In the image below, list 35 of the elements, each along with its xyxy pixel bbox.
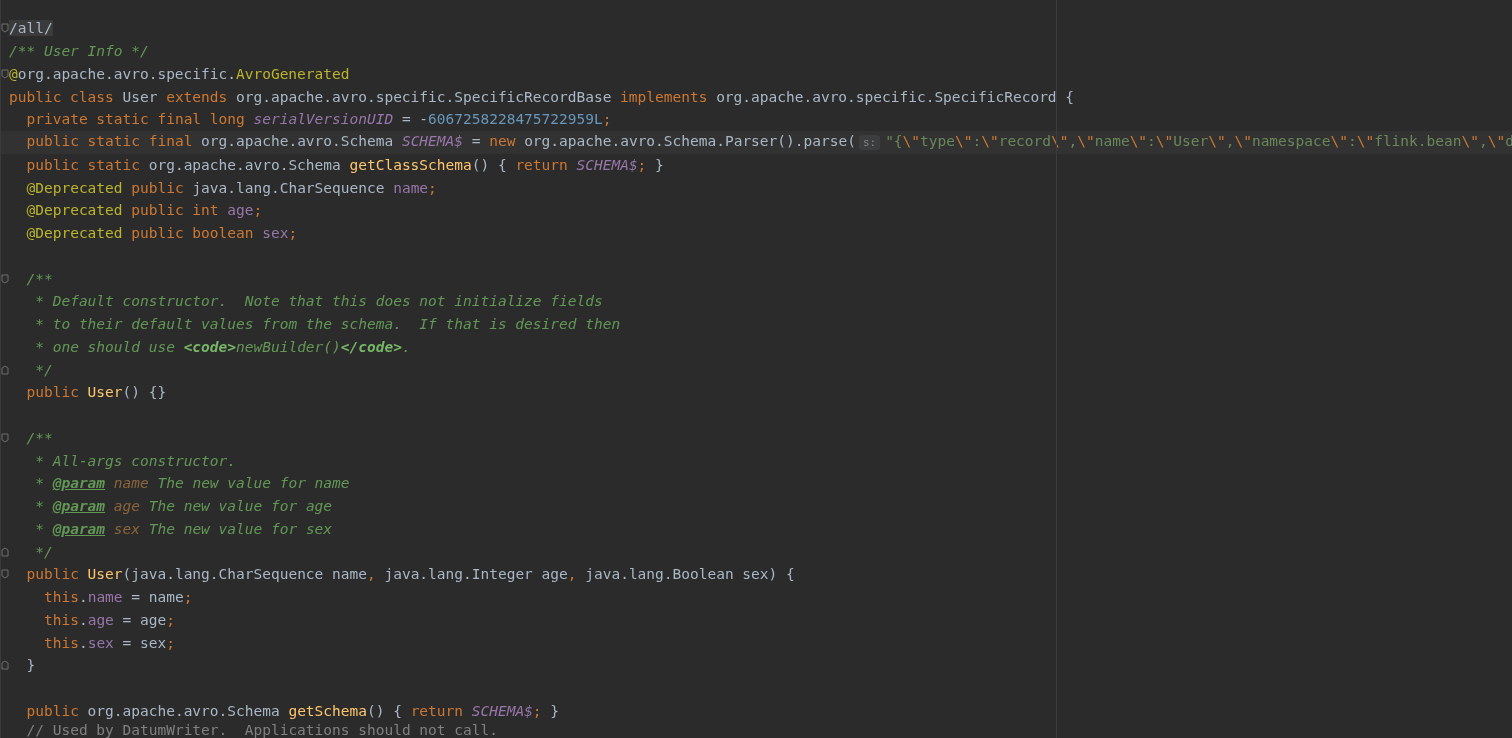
fold-marker-icon[interactable] — [1, 569, 9, 580]
code-line: * @param name The new value for name — [34, 474, 350, 494]
code-line: /** — [26, 428, 53, 448]
code-line: * @param sex The new value for sex — [34, 519, 333, 539]
code-line: public org.apache.avro.Schema getSchema() { return SCHEMA$; } — [26, 701, 560, 721]
code-line: @Deprecated public boolean sex; — [26, 224, 298, 244]
code-line: public User(java.lang.CharSequence name, java.lang.Integer age, java.lang.Boolean sex) { — [26, 565, 795, 585]
code-line: /** User Info */ — [9, 42, 149, 62]
code-line: public User() {} — [26, 383, 167, 403]
code-line: @Deprecated public java.lang.CharSequence name; — [26, 178, 437, 198]
code-line: public static org.apache.avro.Schema getClassSchema() { return SCHEMA$; } — [26, 155, 664, 175]
fold-marker-icon[interactable] — [1, 23, 9, 34]
code-line: */ — [34, 542, 53, 562]
code-line: this.age = age; — [44, 610, 175, 630]
code-line: this.sex = sex; — [44, 633, 175, 653]
code-line: public class User extends org.apache.avro.specific.SpecificRecordBase implements org.apache.avro.specific.SpecificRecord { — [9, 87, 1075, 107]
code-line: } — [26, 656, 36, 676]
code-line: * All-args constructor. — [34, 451, 236, 471]
code-line: this.name = name; — [44, 588, 193, 608]
fold-marker-icon[interactable] — [1, 273, 9, 284]
code-line: @Deprecated public int age; — [26, 201, 263, 221]
fold-marker-icon[interactable] — [1, 364, 9, 375]
fold-marker-icon[interactable] — [1, 660, 9, 671]
code-line: @org.apache.avro.specific.AvroGenerated — [9, 64, 350, 84]
fold-marker-icon[interactable] — [1, 546, 9, 557]
fold-marker-icon[interactable] — [1, 432, 9, 443]
code-line: * Default constructor. Note that this does not initialize fields — [34, 292, 603, 312]
code-line: /** — [26, 269, 53, 289]
code-line: * one should use <code>newBuilder()</code>. — [34, 337, 411, 357]
code-line: */ — [34, 360, 53, 380]
code-line: // Used by DatumWriter. Applications should not call. — [26, 722, 498, 738]
fold-marker-icon[interactable] — [1, 68, 9, 79]
code-line: * to their default values from the schema. If that is desired then — [34, 315, 621, 335]
code-line: * @param age The new value for age — [34, 497, 333, 517]
code-line: private static final long serialVersionUID = -6067258228475722959L; — [26, 110, 612, 130]
